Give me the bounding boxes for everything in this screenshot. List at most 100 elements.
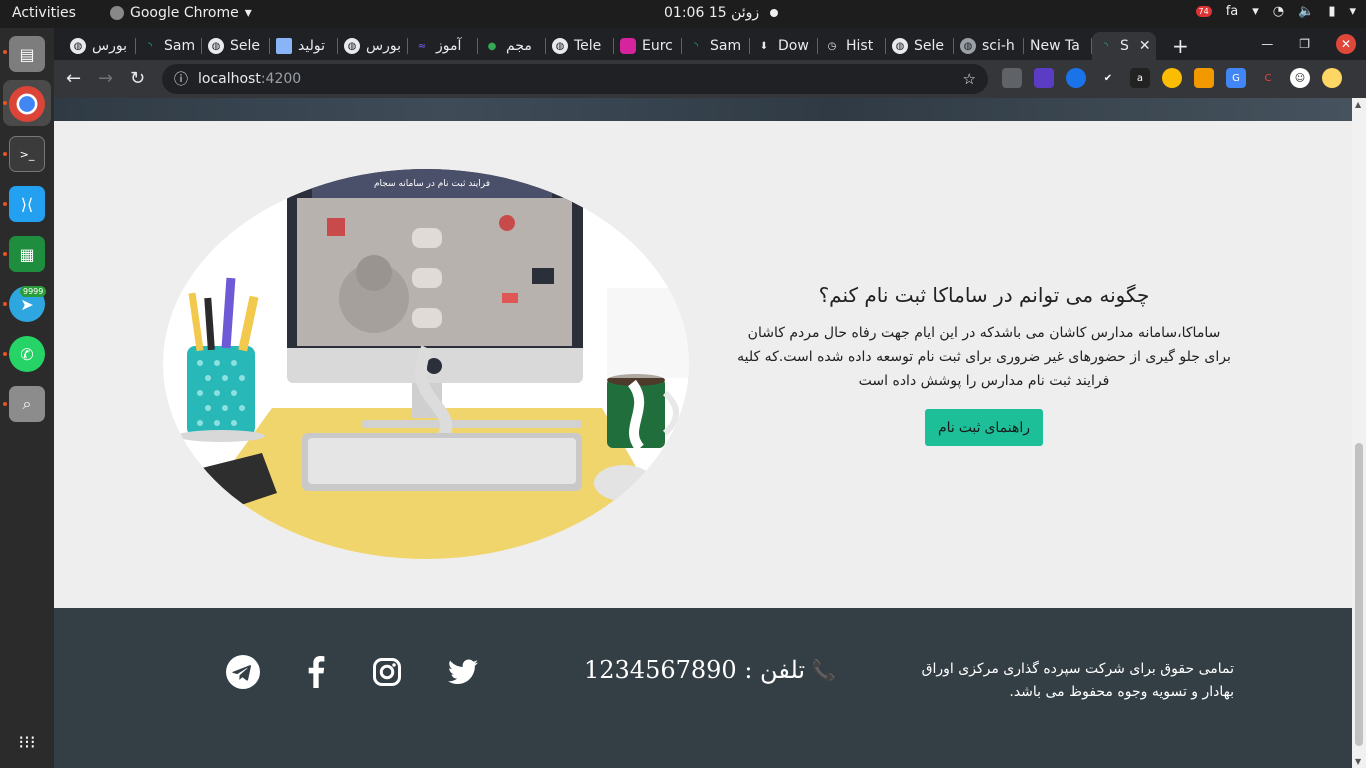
tab[interactable]: ◷ Hist (818, 32, 886, 60)
chevron-down-icon: ▾ (1252, 4, 1259, 19)
tab[interactable]: ● مجم (478, 32, 546, 60)
section-description: ساماکا،سامانه مدارس کاشان می باشدکه در ا… (737, 325, 1231, 389)
scrollbar-thumb[interactable] (1355, 443, 1363, 746)
bookmark-star-icon[interactable]: ☆ (963, 70, 976, 88)
tab-active[interactable]: ◝ S ✕ (1092, 32, 1156, 60)
window-controls: — ❐ ✕ (1261, 28, 1366, 60)
activities-button[interactable]: Activities (12, 5, 76, 21)
tab[interactable]: ◝ Sam (682, 32, 750, 60)
terminal-icon[interactable]: >_ (9, 136, 45, 172)
extension-icon[interactable] (1194, 68, 1214, 88)
chrome-app-icon (110, 6, 124, 20)
document-icon (276, 38, 292, 54)
phone-contact: 📞 تلفن : 1234567890 (584, 656, 836, 684)
extension-icon[interactable] (1066, 68, 1086, 88)
close-tab-icon[interactable]: ✕ (1139, 38, 1151, 54)
tab-strip: ◍ بورس ◝ Sam ◍ Sele تولید ◍ بورس ≈ آموز ● مجم … (54, 28, 1366, 60)
history-icon: ◷ (827, 40, 837, 52)
browser-window: ◍ بورس ◝ Sam ◍ Sele تولید ◍ بورس ≈ آموز ● مجم … (54, 28, 1366, 768)
extension-icon[interactable] (1162, 68, 1182, 88)
battery-icon: ▮ (1328, 4, 1336, 19)
globe-icon: ◍ (70, 38, 86, 54)
tab[interactable]: ◍ Tele (546, 32, 614, 60)
tab[interactable]: ◍ Sele (202, 32, 270, 60)
running-indicator (3, 202, 7, 206)
chevron-down-icon: ▾ (244, 5, 252, 21)
new-tab-button[interactable]: + (1172, 34, 1189, 58)
extension-icon[interactable]: a (1130, 68, 1150, 88)
page-scrollbar[interactable]: ▲ ▼ (1352, 98, 1366, 768)
site-icon: ≈ (417, 40, 427, 52)
running-indicator (3, 302, 7, 306)
show-apps-icon[interactable]: ⁝⁝⁝ (9, 724, 45, 760)
extension-icon[interactable] (1034, 68, 1054, 88)
url-port: :4200 (260, 71, 302, 87)
language-indicator[interactable]: fa (1226, 4, 1239, 19)
dock: ▤ >_ ⟩⟨ ▦ ➤ 9999 ✆ ⌕ ⁝⁝⁝ (0, 28, 54, 768)
tab[interactable]: New Ta (1024, 32, 1092, 60)
chevron-down-icon: ▾ (1349, 4, 1356, 19)
profile-avatar[interactable]: ☺ (1290, 68, 1310, 88)
checkmark-extension-icon[interactable]: ✔ (1098, 68, 1118, 88)
instagram-icon (620, 38, 636, 54)
registration-illustration: فرایند ثبت نام در سامانه سجام (163, 169, 689, 559)
browser-toolbar: ← → ↻ ⓘ localhost:4200 ☆ ✔ a G C ☺ (54, 60, 1366, 98)
maps-pin-icon: ● (487, 40, 497, 52)
vscode-icon[interactable]: ⟩⟨ (9, 186, 45, 222)
url-host: localhost (198, 71, 261, 87)
tab[interactable]: ⬇ Dow (750, 32, 818, 60)
tab[interactable]: Eurc (614, 32, 682, 60)
site-icon: ◝ (694, 40, 698, 52)
globe-icon: ◍ (344, 38, 360, 54)
maximize-icon[interactable]: ❐ (1299, 37, 1310, 51)
close-window-icon[interactable]: ✕ (1336, 34, 1356, 54)
tab[interactable]: ◍ بورس (64, 32, 136, 60)
back-icon[interactable]: ← (66, 68, 81, 89)
running-indicator (3, 352, 7, 356)
phone-label: تلفن : 1234567890 (584, 656, 806, 684)
facebook-icon[interactable] (298, 654, 334, 690)
info-icon[interactable]: ⓘ (174, 69, 188, 89)
minimize-icon[interactable]: — (1261, 37, 1273, 51)
reload-icon[interactable]: ↻ (130, 68, 145, 89)
tab[interactable]: ◍ بورس (338, 32, 408, 60)
app-menu[interactable]: Google Chrome ▾ (110, 5, 252, 21)
whatsapp-icon[interactable]: ✆ (9, 336, 45, 372)
tab[interactable]: ≈ آموز (408, 32, 478, 60)
address-bar[interactable]: ⓘ localhost:4200 ☆ (162, 64, 988, 94)
running-indicator (3, 402, 7, 406)
scroll-down-icon[interactable]: ▼ (1355, 757, 1361, 766)
menu-avatar-icon[interactable] (1322, 68, 1342, 88)
tab[interactable]: ◝ Sam (136, 32, 202, 60)
spreadsheet-icon[interactable]: ▦ (9, 236, 45, 272)
site-icon: ◝ (1104, 40, 1108, 52)
page-viewport: فرایند ثبت نام در سامانه سجام چگونه می ت… (54, 98, 1352, 768)
translate-icon[interactable]: G (1226, 68, 1246, 88)
registration-guide-button[interactable]: راهنمای ثبت نام (924, 409, 1044, 446)
running-indicator (3, 101, 7, 105)
files-icon[interactable]: ▤ (9, 36, 45, 72)
forward-icon[interactable]: → (98, 68, 113, 89)
how-to-register-section: چگونه می توانم در ساماکا ثبت نام کنم؟ سا… (734, 283, 1234, 446)
tab[interactable]: ◍ sci-h (954, 32, 1024, 60)
tab[interactable]: ◍ Sele (886, 32, 954, 60)
extension-icon[interactable]: C (1258, 68, 1278, 88)
hero-image-strip (54, 98, 1352, 121)
screen-title-text: فرایند ثبت نام در سامانه سجام (374, 179, 490, 189)
extension-icon[interactable] (1002, 68, 1022, 88)
twitter-icon[interactable] (445, 654, 481, 690)
system-tray[interactable]: 74 fa ▾ ◔ 🔈 ▮ ▾ (1195, 4, 1356, 19)
telegram-icon[interactable] (225, 654, 261, 690)
section-heading: چگونه می توانم در ساماکا ثبت نام کنم؟ (818, 283, 1150, 307)
chrome-icon[interactable] (9, 86, 45, 122)
running-indicator (3, 50, 7, 54)
image-viewer-icon[interactable]: ⌕ (9, 386, 45, 422)
clock[interactable]: زوئن 15 01:06 (664, 5, 759, 21)
site-icon: ◝ (148, 40, 152, 52)
tab[interactable]: تولید (270, 32, 338, 60)
telegram-badge: 9999 (20, 286, 47, 297)
volume-icon: 🔈 (1298, 4, 1315, 19)
scroll-up-icon[interactable]: ▲ (1355, 100, 1361, 109)
copyright-text: تمامی حقوق برای شرکت سپرده گذاری مرکزی ا… (921, 661, 1234, 700)
instagram-icon[interactable] (369, 654, 405, 690)
